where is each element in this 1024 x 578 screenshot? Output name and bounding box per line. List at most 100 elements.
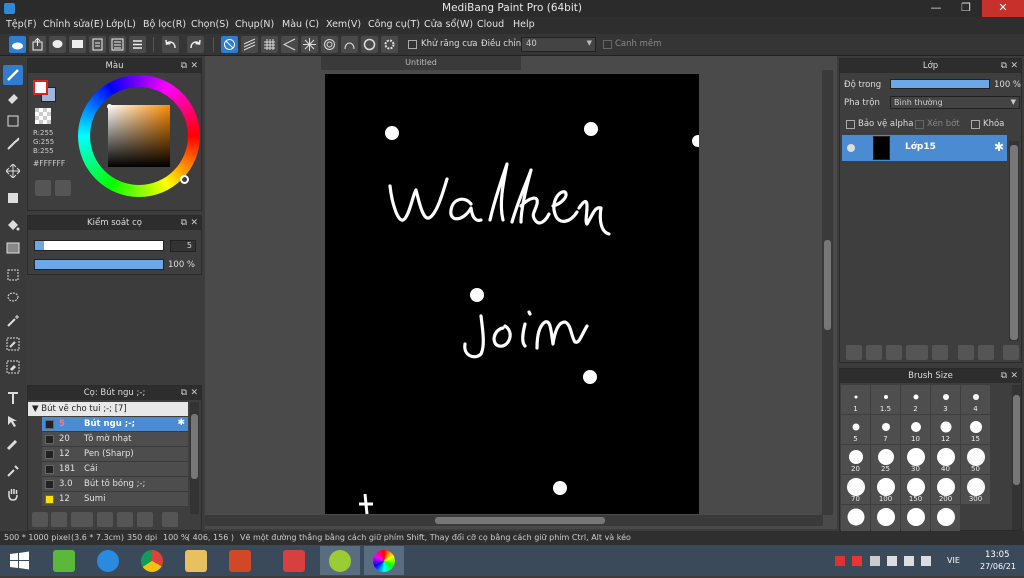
brush-tool-icon[interactable] [3, 65, 23, 85]
medibang-task[interactable] [364, 546, 404, 575]
brush-size-cell[interactable]: 25 [871, 445, 900, 474]
text-tool-icon[interactable] [3, 388, 23, 408]
brush-size-cell[interactable]: 100 [871, 475, 900, 504]
menu-window[interactable]: Cửa sổ(W) [424, 19, 473, 30]
menu-help[interactable]: Help [513, 19, 535, 30]
menu-cloud[interactable]: Cloud [477, 19, 504, 30]
brush-size-cell[interactable] [841, 505, 870, 534]
artboard[interactable] [325, 74, 699, 514]
trash-icon[interactable] [1003, 345, 1019, 360]
sv-cursor[interactable] [107, 104, 112, 109]
brush-size-cell[interactable]: 40 [931, 445, 960, 474]
lock-checkbox[interactable] [971, 120, 980, 129]
close-icon[interactable]: ✕ [190, 59, 198, 73]
close-icon[interactable]: ✕ [190, 216, 198, 230]
brush-size-cell[interactable]: 4 [961, 385, 990, 414]
brush-size-cell[interactable]: 12 [931, 415, 960, 444]
brush-row[interactable]: 12 Sumi [42, 492, 188, 507]
layer-opacity-slider[interactable] [890, 79, 990, 89]
brush-size-slider[interactable] [34, 240, 164, 251]
undock-icon[interactable]: ⧉ [1001, 59, 1007, 73]
operation-tool-icon[interactable] [3, 411, 23, 431]
list-icon[interactable] [129, 36, 146, 53]
menu-edit[interactable]: Chỉnh sửa(E) [43, 19, 104, 30]
scroll-thumb[interactable] [435, 517, 605, 524]
tray-app-icon[interactable] [852, 556, 862, 566]
menu-tools[interactable]: Công cụ(T) [368, 19, 420, 30]
hue-wheel[interactable] [78, 75, 200, 197]
hue-cursor[interactable] [180, 175, 189, 184]
saturation-value-square[interactable] [108, 105, 170, 167]
network-icon[interactable] [887, 556, 897, 566]
app-task[interactable] [274, 546, 314, 575]
scroll-thumb[interactable] [1010, 145, 1018, 340]
select-eraser-icon[interactable] [3, 357, 23, 377]
brush-size-scrollbar[interactable] [1012, 385, 1021, 530]
merge-layer-icon[interactable] [978, 345, 994, 360]
select-rect-icon[interactable] [3, 265, 23, 285]
new-brush-icon[interactable] [51, 512, 67, 527]
visibility-icon[interactable] [847, 144, 855, 152]
perspective-snap-icon[interactable] [281, 36, 298, 53]
clock-date[interactable]: 27/06/21 [980, 562, 1016, 571]
redo-icon[interactable] [187, 36, 204, 53]
brush-size-cell[interactable]: 1.5 [871, 385, 900, 414]
canvas-tab[interactable]: Untitled [321, 56, 521, 70]
scroll-thumb[interactable] [1013, 395, 1020, 485]
brush-group[interactable]: ▼ Bút vẽ cho tui ;-; [7] [28, 402, 188, 416]
eyedropper-icon[interactable] [3, 461, 23, 481]
gear-icon[interactable] [381, 36, 398, 53]
brush-list-scrollbar[interactable] [190, 402, 199, 514]
brush-size-cell[interactable]: 150 [901, 475, 930, 504]
close-icon[interactable]: ✕ [190, 386, 198, 400]
brush-size-cell[interactable]: 200 [931, 475, 960, 504]
explorer-task[interactable] [176, 546, 216, 575]
menu-filter[interactable]: Bộ lọc(R) [143, 19, 186, 30]
folder-icon[interactable] [117, 512, 133, 527]
brush-settings-icon[interactable] [97, 512, 113, 527]
add-layer-menu-icon[interactable] [906, 345, 928, 360]
circle-snap-icon[interactable] [361, 36, 378, 53]
close-icon[interactable]: ✕ [1010, 59, 1018, 73]
move-tool-icon[interactable] [3, 161, 23, 181]
gear-icon[interactable]: ✱ [177, 418, 185, 428]
undo-icon[interactable] [162, 36, 179, 53]
export-icon[interactable] [29, 36, 46, 53]
smooth-checkbox[interactable] [603, 40, 612, 49]
duplicate-layer-icon[interactable] [958, 345, 974, 360]
radial-snap-icon[interactable] [301, 36, 318, 53]
new-halftone-layer-icon[interactable] [866, 345, 882, 360]
brush-size-cell[interactable] [931, 505, 960, 534]
brush-size-cell[interactable]: 7 [871, 415, 900, 444]
snap-off-icon[interactable] [221, 36, 238, 53]
brush-size-cell[interactable]: 3 [931, 385, 960, 414]
bluestacks-task[interactable] [44, 546, 84, 575]
trash-icon[interactable] [162, 512, 178, 527]
brush-row[interactable]: 5 Bút ngu ;-; ✱ [42, 417, 188, 432]
parallel-snap-icon[interactable] [241, 36, 258, 53]
grid-snap-icon[interactable] [261, 36, 278, 53]
menu-snap[interactable]: Chụp(N) [235, 19, 274, 30]
flag-icon[interactable] [904, 556, 914, 566]
adjust-select[interactable]: 40 ▼ [521, 37, 596, 52]
layer-row[interactable]: Lớp15 ✱ [842, 135, 1007, 161]
eraser-tool-icon[interactable] [3, 88, 23, 108]
blur-tool-icon[interactable] [3, 134, 23, 154]
chat-icon[interactable] [49, 36, 66, 53]
brush-size-cell[interactable]: 2 [901, 385, 930, 414]
pages-icon[interactable] [109, 36, 126, 53]
brush-row[interactable]: 20 Tô mờ nhạt [42, 432, 188, 447]
cloud-icon[interactable] [9, 36, 26, 53]
antialias-checkbox[interactable] [408, 40, 417, 49]
palette-icon[interactable] [35, 180, 51, 196]
curve-snap-icon[interactable] [341, 36, 358, 53]
ie-task[interactable] [88, 546, 128, 575]
duplicate-icon[interactable] [137, 512, 153, 527]
scroll-thumb[interactable] [824, 240, 831, 330]
undock-icon[interactable]: ⧉ [181, 59, 187, 73]
input-language[interactable]: VIE [947, 556, 960, 565]
brush-size-value[interactable]: 5 [170, 240, 196, 252]
new-1bit-layer-icon[interactable] [886, 345, 902, 360]
brush-size-cell[interactable] [871, 505, 900, 534]
brush-size-cell[interactable]: 50 [961, 445, 990, 474]
